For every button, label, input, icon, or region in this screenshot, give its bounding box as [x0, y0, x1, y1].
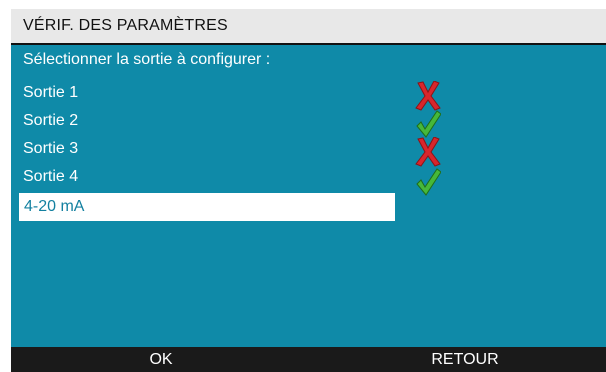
back-button[interactable]: RETOUR: [415, 351, 515, 369]
prompt-text: Sélectionner la sortie à configurer :: [23, 51, 271, 68]
output-label-2: Sortie 2: [23, 112, 79, 129]
output-row-4[interactable]: Sortie 4: [11, 163, 396, 191]
selected-output-type-label: 4-20 mA: [24, 198, 85, 215]
softkey-bar: OK RETOUR: [11, 347, 606, 372]
ok-button[interactable]: OK: [111, 351, 211, 369]
output-label-1: Sortie 1: [23, 84, 79, 101]
red-x-icon: [415, 81, 441, 111]
page-title: VÉRIF. DES PARAMÈTRES: [23, 17, 228, 34]
device-screen: VÉRIF. DES PARAMÈTRES Sélectionner la so…: [11, 9, 606, 372]
red-x-icon: [415, 137, 441, 167]
output-row-3[interactable]: Sortie 3: [11, 135, 396, 163]
output-label-3: Sortie 3: [23, 140, 79, 157]
output-row-2[interactable]: Sortie 2: [11, 107, 396, 135]
output-label-4: Sortie 4: [23, 168, 79, 185]
title-bar: VÉRIF. DES PARAMÈTRES: [11, 9, 606, 45]
green-check-icon: [416, 168, 441, 196]
output-row-1[interactable]: Sortie 1: [11, 79, 396, 107]
settings-panel: Sélectionner la sortie à configurer : So…: [11, 45, 606, 347]
selected-output-type[interactable]: 4-20 mA: [19, 193, 395, 221]
green-check-icon: [416, 110, 441, 138]
